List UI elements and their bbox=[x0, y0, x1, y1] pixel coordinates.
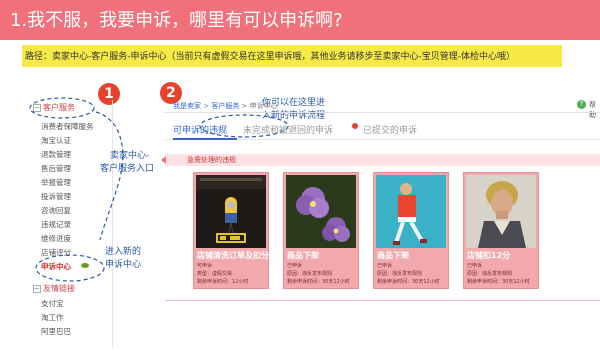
card-reason: 原因：违反发布规则 bbox=[287, 271, 333, 277]
card-title: 商品下架 bbox=[377, 251, 409, 260]
divider bbox=[165, 112, 600, 113]
card-status: 已申诉 bbox=[467, 263, 483, 269]
highlight-ellipse-customer-service bbox=[29, 97, 95, 119]
annotation-seller-line1: 卖家中心- bbox=[110, 151, 150, 161]
purple-flower-icon bbox=[286, 175, 356, 248]
tab-bar: 可申诉的违规 未完成和被退回的申诉 已提交的申诉 bbox=[165, 120, 600, 140]
card-remaining-time: 剩余申诉时间：30天12小时 bbox=[467, 279, 530, 285]
card-reason: 原因：违反发布规则 bbox=[467, 271, 513, 277]
fashion-model-icon bbox=[376, 175, 446, 248]
breadcrumb-separator: > bbox=[239, 102, 250, 110]
card-reason: 原因：违反发布规则 bbox=[377, 271, 423, 277]
card-type: 类型：虚假交易 bbox=[197, 271, 233, 277]
help-icon[interactable]: ? bbox=[577, 100, 586, 109]
active-tab-indicator bbox=[173, 138, 237, 140]
movie-poster-image bbox=[196, 175, 266, 248]
arrow-left-icon bbox=[161, 156, 166, 164]
annotation-enter-line2: 申诉中心 bbox=[105, 260, 142, 270]
tab-appealable-violations[interactable]: 可申诉的违规 bbox=[173, 123, 227, 136]
breadcrumb-current: 申诉中心 bbox=[249, 102, 278, 110]
annotation-enter-line1: 进入新的 bbox=[105, 247, 142, 257]
person-portrait-image bbox=[466, 175, 536, 248]
card-title: 店铺清洗订单及扣分 bbox=[197, 251, 269, 260]
person-portrait-icon bbox=[466, 175, 536, 248]
highlight-ellipse-appeal-center bbox=[35, 254, 105, 282]
card-status: 可申诉 bbox=[197, 263, 213, 269]
breadcrumb-home[interactable]: 我是卖家 bbox=[173, 102, 201, 110]
card-status: 已申诉 bbox=[287, 263, 303, 269]
flower-image bbox=[286, 175, 356, 248]
card-title: 店铺扣12分 bbox=[467, 251, 511, 260]
card-remaining-time: 剩余申诉时间：30天12小时 bbox=[377, 279, 440, 285]
violation-card[interactable]: 商品下架 已申诉 原因：违反发布规则 剩余申诉时间：30天12小时 bbox=[283, 172, 359, 289]
violation-card[interactable]: 店铺扣12分 已申诉 原因：违反发布规则 剩余申诉时间：30天12小时 bbox=[463, 172, 539, 289]
fashion-model-image bbox=[376, 175, 446, 248]
annotation-seller-line2: 客户服务入口 bbox=[100, 164, 155, 174]
minion-poster-icon bbox=[196, 175, 266, 248]
tab-incomplete-returned-appeals[interactable]: 未完成和被退回的申诉 bbox=[243, 123, 333, 136]
card-remaining-time: 剩余申诉时间：30天12小时 bbox=[287, 279, 350, 285]
annotation-curve bbox=[95, 111, 124, 241]
breadcrumb: 我是卖家 > 客户服务 > 申诉中心 bbox=[173, 101, 278, 111]
urgent-violations-label: 急需处理的违规 bbox=[187, 156, 236, 164]
appeal-center-panel: 我是卖家 > 客户服务 > 申诉中心 ? 帮助 可申诉的违规 未完成和被退回的申… bbox=[161, 98, 600, 338]
notification-dot-icon bbox=[352, 123, 358, 129]
card-title: 商品下架 bbox=[287, 251, 319, 260]
urgent-violations-strip: 急需处理的违规 bbox=[161, 154, 600, 166]
tab-submitted-appeals[interactable]: 已提交的申诉 bbox=[363, 123, 417, 136]
card-status: 已申诉 bbox=[377, 263, 393, 269]
breadcrumb-customer-service[interactable]: 客户服务 bbox=[211, 102, 239, 110]
violation-card[interactable]: 商品下架 已申诉 原因：违反发布规则 剩余申诉时间：30天12小时 bbox=[373, 172, 449, 289]
card-remaining-time: 剩余申诉时间：12小时 bbox=[197, 279, 249, 285]
breadcrumb-separator: > bbox=[201, 102, 212, 110]
help-link[interactable]: 帮助 bbox=[589, 100, 600, 120]
divider bbox=[165, 300, 600, 301]
violation-card[interactable]: 店铺清洗订单及扣分 可申诉 类型：虚假交易 剩余申诉时间：12小时 bbox=[193, 172, 269, 289]
